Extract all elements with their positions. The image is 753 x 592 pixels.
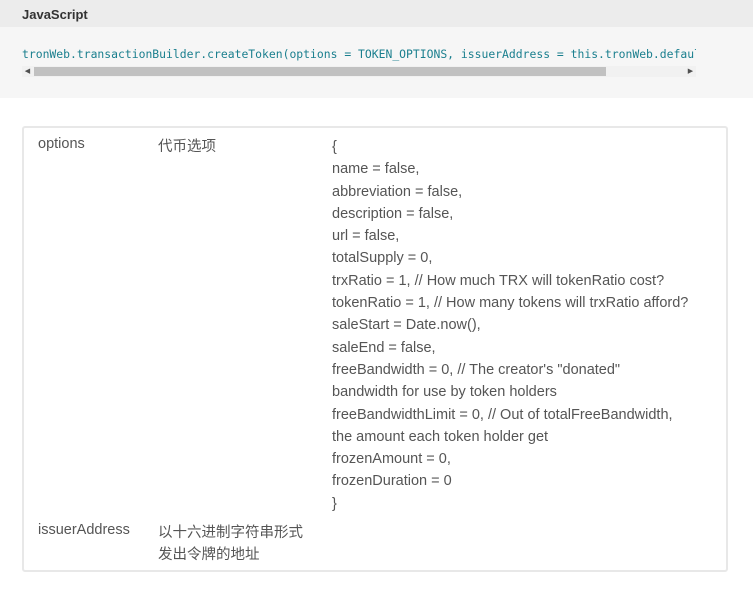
value-line: name = false, (332, 161, 420, 178)
value-line: frozenAmount = 0, (332, 451, 451, 468)
param-name: options (38, 136, 85, 152)
value-line: freeBandwidthLimit = 0, // Out of totalF… (332, 406, 673, 423)
value-line: } (332, 495, 337, 512)
value-line: the amount each token holder get (332, 428, 549, 445)
value-line: saleStart = Date.now(), (332, 317, 481, 334)
code-header: JavaScript (0, 0, 753, 27)
value-line: freeBandwidth = 0, // The creator's "don… (332, 361, 621, 378)
scroll-right-arrow-icon[interactable]: ▶ (685, 66, 696, 77)
value-line: { (332, 139, 337, 155)
value-line: tokenRatio = 1, // How many tokens will … (332, 295, 689, 312)
value-line: description = false, (332, 205, 454, 222)
value-line: trxRatio = 1, // How much TRX will token… (332, 272, 665, 289)
horizontal-scrollbar[interactable]: ◀ ▶ (22, 66, 696, 77)
scrollbar-thumb[interactable] (34, 67, 606, 76)
param-name: issuerAddress (38, 522, 130, 538)
value-line: url = false, (332, 228, 400, 245)
param-description: 代币选项 (158, 139, 216, 155)
parameters-table: options 代币选项 { name = false, abbreviatio… (22, 126, 728, 572)
value-line: totalSupply = 0, (332, 250, 433, 267)
scroll-left-arrow-icon[interactable]: ◀ (22, 66, 33, 77)
code-line: tronWeb.transactionBuilder.createToken(o… (22, 47, 696, 61)
description-line: 发出令牌的地址 (158, 547, 260, 563)
value-line: abbreviation = false, (332, 183, 463, 200)
code-language-label: JavaScript (22, 7, 88, 22)
description-line: 以十六进制字符串形式 (158, 525, 303, 541)
value-line: frozenDuration = 0 (332, 473, 452, 490)
value-line: bandwidth for use by token holders (332, 384, 557, 401)
value-line: saleEnd = false, (332, 339, 436, 356)
param-description: 以十六进制字符串形式 发出令牌的地址 (158, 522, 303, 566)
param-default-value: { name = false, abbreviation = false, de… (332, 136, 688, 515)
code-block: JavaScript tronWeb.transactionBuilder.cr… (0, 0, 753, 98)
